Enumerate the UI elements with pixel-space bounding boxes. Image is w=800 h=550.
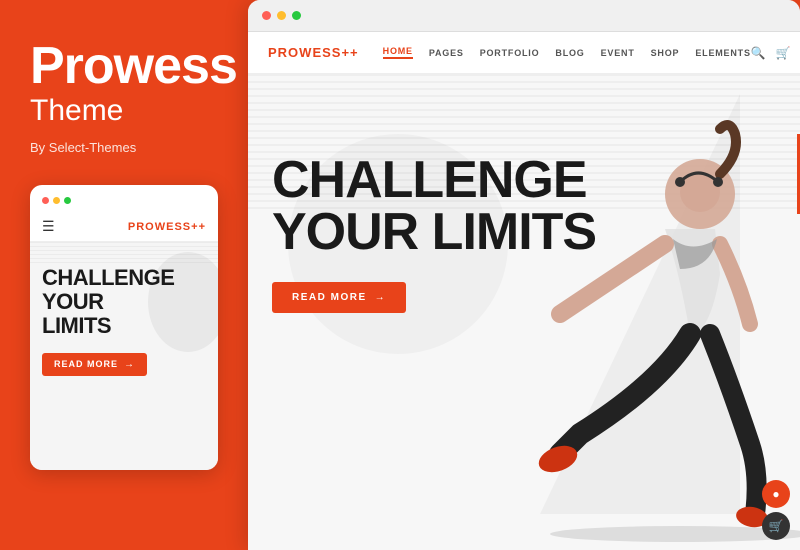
nav-item-home[interactable]: HOME	[383, 46, 413, 59]
cart-floating-icon[interactable]: 🛒	[762, 512, 790, 540]
nav-item-shop[interactable]: SHOP	[651, 48, 680, 58]
browser-chrome	[248, 0, 800, 32]
mobile-window-dots	[30, 197, 218, 212]
nav-item-elements[interactable]: ELEMENTS	[695, 48, 750, 58]
line	[30, 250, 218, 251]
theme-name: Prowess	[30, 40, 218, 92]
mobile-read-more-label: READ MORE	[54, 359, 118, 369]
bottom-right-icons: ● 🛒	[762, 480, 790, 540]
mobile-hero-title: CHALLENGE YOUR LIMITS	[42, 266, 206, 339]
cart-icon[interactable]: 🛒	[776, 46, 791, 60]
search-icon[interactable]: 🔍	[751, 46, 766, 60]
hero-read-more-label: READ MORE	[292, 292, 367, 303]
hero-arrow-icon: →	[375, 292, 387, 303]
hero-content: CHALLENGE YOUR LIMITS READ MORE →	[272, 154, 596, 313]
hero-title-line2: YOUR LIMITS	[272, 206, 596, 258]
mobile-read-more-button[interactable]: READ MORE →	[42, 353, 147, 376]
theme-subtitle: Theme	[30, 96, 218, 126]
nav-item-portfolio[interactable]: PORTFOLIO	[480, 48, 540, 58]
nav-item-pages[interactable]: PAGES	[429, 48, 464, 58]
browser-mockup: PROWESS++ HOME PAGES PORTFOLIO BLOG EVEN…	[248, 0, 800, 550]
mobile-logo: PROWESS++	[128, 221, 206, 233]
browser-dot-red	[262, 11, 271, 20]
hero-section: CHALLENGE YOUR LIMITS READ MORE → ● 🛒	[248, 74, 800, 550]
left-panel: Prowess Theme By Select-Themes ☰ PROWESS…	[0, 0, 248, 550]
theme-by: By Select-Themes	[30, 140, 218, 155]
site-logo: PROWESS++	[268, 45, 359, 60]
line	[30, 246, 218, 247]
hero-read-more-button[interactable]: READ MORE →	[272, 282, 406, 313]
line	[30, 242, 218, 243]
mobile-arrow-icon: →	[124, 359, 135, 370]
social-icon-1[interactable]: ●	[762, 480, 790, 508]
site-nav: PROWESS++ HOME PAGES PORTFOLIO BLOG EVEN…	[248, 32, 800, 74]
mobile-dot-green	[64, 197, 71, 204]
mobile-mockup: ☰ PROWESS++ CHALLENGE YOUR LIMITS READ M	[30, 185, 218, 470]
browser-dot-yellow	[277, 11, 286, 20]
mobile-dot-red	[42, 197, 49, 204]
mobile-hero: CHALLENGE YOUR LIMITS READ MORE →	[30, 242, 218, 470]
hero-title: CHALLENGE YOUR LIMITS	[272, 154, 596, 258]
mobile-nav: ☰ PROWESS++	[30, 212, 218, 242]
theme-title-block: Prowess Theme By Select-Themes	[30, 40, 218, 155]
site-nav-items: HOME PAGES PORTFOLIO BLOG EVENT SHOP ELE…	[383, 46, 751, 59]
nav-item-blog[interactable]: BLOG	[555, 48, 584, 58]
site-nav-icons: 🔍 🛒 ☰	[751, 42, 800, 64]
nav-item-event[interactable]: EVENT	[601, 48, 635, 58]
mobile-dot-yellow	[53, 197, 60, 204]
hamburger-icon[interactable]: ☰	[42, 218, 55, 235]
browser-dot-green	[292, 11, 301, 20]
hero-title-line1: CHALLENGE	[272, 154, 596, 206]
